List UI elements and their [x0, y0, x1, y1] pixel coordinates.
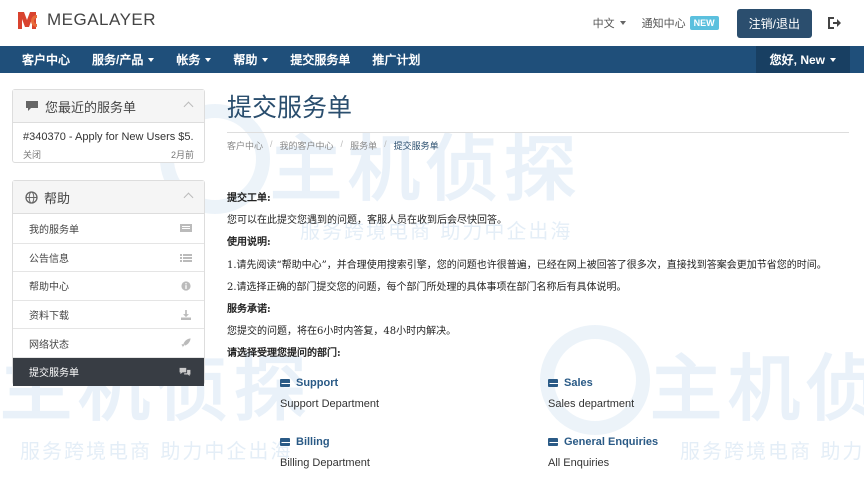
comments-icon: [179, 367, 191, 377]
envelope-icon: [280, 379, 290, 387]
page-title: 提交服务单: [227, 88, 849, 133]
ticket-icon: [180, 224, 192, 232]
department-description: All Enquiries: [548, 457, 610, 469]
sidebar-item-knowledgebase[interactable]: 帮助中心: [13, 271, 204, 300]
sidebar-item-network-status[interactable]: 网络状态: [13, 328, 204, 357]
choose-department-heading: 请选择受理您提问的部门:: [227, 348, 341, 360]
department-support: Support Support Department: [280, 377, 480, 410]
list-icon: [180, 253, 192, 262]
promise-text: 您提交的问题，将在6小时内答复，48小时内解决。: [227, 326, 457, 338]
envelope-icon: [548, 379, 558, 387]
top-header: MEGALAYER 中文 通知中心 NEW 注销/退出: [0, 0, 864, 46]
caret-down-icon: [205, 57, 212, 62]
logout-button[interactable]: 注销/退出: [736, 8, 812, 38]
help-header[interactable]: 帮助: [13, 181, 204, 214]
sidebar-item-downloads[interactable]: 资料下载: [13, 299, 204, 329]
brand-name: MEGALAYER: [47, 10, 157, 29]
nav-item-client-area[interactable]: 客户中心: [0, 46, 81, 73]
department-billing: Billing Billing Department: [280, 436, 480, 469]
department-general-enquiries: General Enquiries All Enquiries: [548, 436, 748, 469]
caret-down-icon: [830, 57, 836, 62]
department-link[interactable]: Sales: [564, 377, 593, 389]
usage-step-2: 2.请选择正确的部门提交您的问题，每个部门所处理的具体事项在部门名称后有具体说明…: [227, 281, 627, 293]
department-link[interactable]: General Enquiries: [564, 436, 658, 448]
ticket-title: #340370 - Apply for New Users $5...: [23, 131, 194, 143]
ticket-status: 关闭: [23, 150, 42, 160]
new-badge: NEW: [689, 16, 719, 30]
nav-item-help[interactable]: 帮助: [222, 46, 279, 73]
breadcrumb-item[interactable]: 客户中心: [227, 139, 263, 152]
department-link[interactable]: Support: [296, 377, 338, 389]
download-icon: [181, 309, 191, 320]
usage-heading: 使用说明:: [227, 237, 271, 249]
sign-out-icon[interactable]: [826, 15, 842, 31]
chevron-up-icon[interactable]: [183, 192, 194, 203]
department-sales: Sales Sales department: [548, 377, 748, 410]
ticket-age: 2月前: [170, 150, 194, 160]
caret-down-icon: [619, 21, 626, 25]
megalayer-logo-icon: [18, 12, 37, 29]
globe-icon: [25, 190, 38, 204]
recent-tickets-header[interactable]: 您最近的服务单: [13, 90, 204, 123]
instructions-text: 您可以在此提交您遇到的问题，客服人员在收到后会尽快回答。: [227, 215, 507, 227]
nav-item-billing[interactable]: 帐务: [165, 46, 222, 73]
panel-title: 您最近的服务单: [45, 99, 137, 115]
usage-step-1: 1.请先阅读“帮助中心”，并合理使用搜索引擎，您的问题也许很普遍，已经在网上被回…: [227, 259, 827, 271]
breadcrumb-item[interactable]: 服务单: [350, 139, 377, 152]
panel-title: 帮助: [44, 190, 71, 206]
rocket-icon: [181, 338, 191, 348]
breadcrumb-current: 提交服务单: [393, 141, 439, 151]
recent-tickets-panel: 您最近的服务单 #340370 - Apply for New Users $5…: [12, 89, 205, 163]
help-list: 我的服务单 公告信息 帮助中心 资料下载 网络状态 提交服务单: [13, 214, 204, 386]
department-link[interactable]: Billing: [296, 436, 330, 448]
language-select[interactable]: 中文: [593, 15, 626, 31]
comment-icon: [26, 101, 38, 111]
ticket-item[interactable]: #340370 - Apply for New Users $5... 关闭 2…: [13, 123, 204, 167]
chevron-up-icon[interactable]: [183, 101, 194, 112]
instructions-heading: 提交工单:: [227, 193, 271, 204]
nav-item-submit-ticket[interactable]: 提交服务单: [279, 46, 361, 73]
sidebar-item-announcements[interactable]: 公告信息: [13, 242, 204, 272]
promise-heading: 服务承诺:: [227, 304, 271, 316]
brand-logo[interactable]: MEGALAYER: [17, 9, 156, 31]
user-menu[interactable]: 您好, New: [755, 46, 850, 73]
breadcrumb-item[interactable]: 我的客户中心: [280, 139, 334, 152]
sidebar-item-submit-ticket[interactable]: 提交服务单: [13, 356, 204, 386]
nav-item-services[interactable]: 服务/产品: [81, 46, 165, 73]
main-content: 提交服务单 客户中心 / 我的客户中心 / 服务单 / 提交服务单 提交工单: 您可以…: [227, 88, 849, 366]
info-icon: [181, 281, 191, 291]
notifications-link[interactable]: 通知中心 NEW: [642, 15, 719, 31]
department-description: Sales department: [548, 398, 635, 410]
nav-item-affiliates[interactable]: 推广计划: [361, 46, 431, 73]
department-description: Support Department: [280, 398, 380, 410]
main-nav: 客户中心 服务/产品 帐务 帮助 提交服务单 推广计划 您好, New: [0, 46, 864, 73]
sidebar-item-my-tickets[interactable]: 我的服务单: [13, 214, 204, 243]
envelope-icon: [280, 438, 290, 446]
envelope-icon: [548, 438, 558, 446]
caret-down-icon: [262, 57, 269, 62]
department-description: Billing Department: [280, 457, 370, 469]
instructions: 提交工单: 您可以在此提交您遇到的问题，客服人员在收到后会尽快回答。 使用说明:…: [227, 188, 849, 366]
breadcrumb: 客户中心 / 我的客户中心 / 服务单 / 提交服务单: [227, 139, 439, 152]
help-panel: 帮助 我的服务单 公告信息 帮助中心 资料下载 网络状态 提交服务单: [12, 180, 205, 386]
caret-down-icon: [148, 57, 155, 62]
